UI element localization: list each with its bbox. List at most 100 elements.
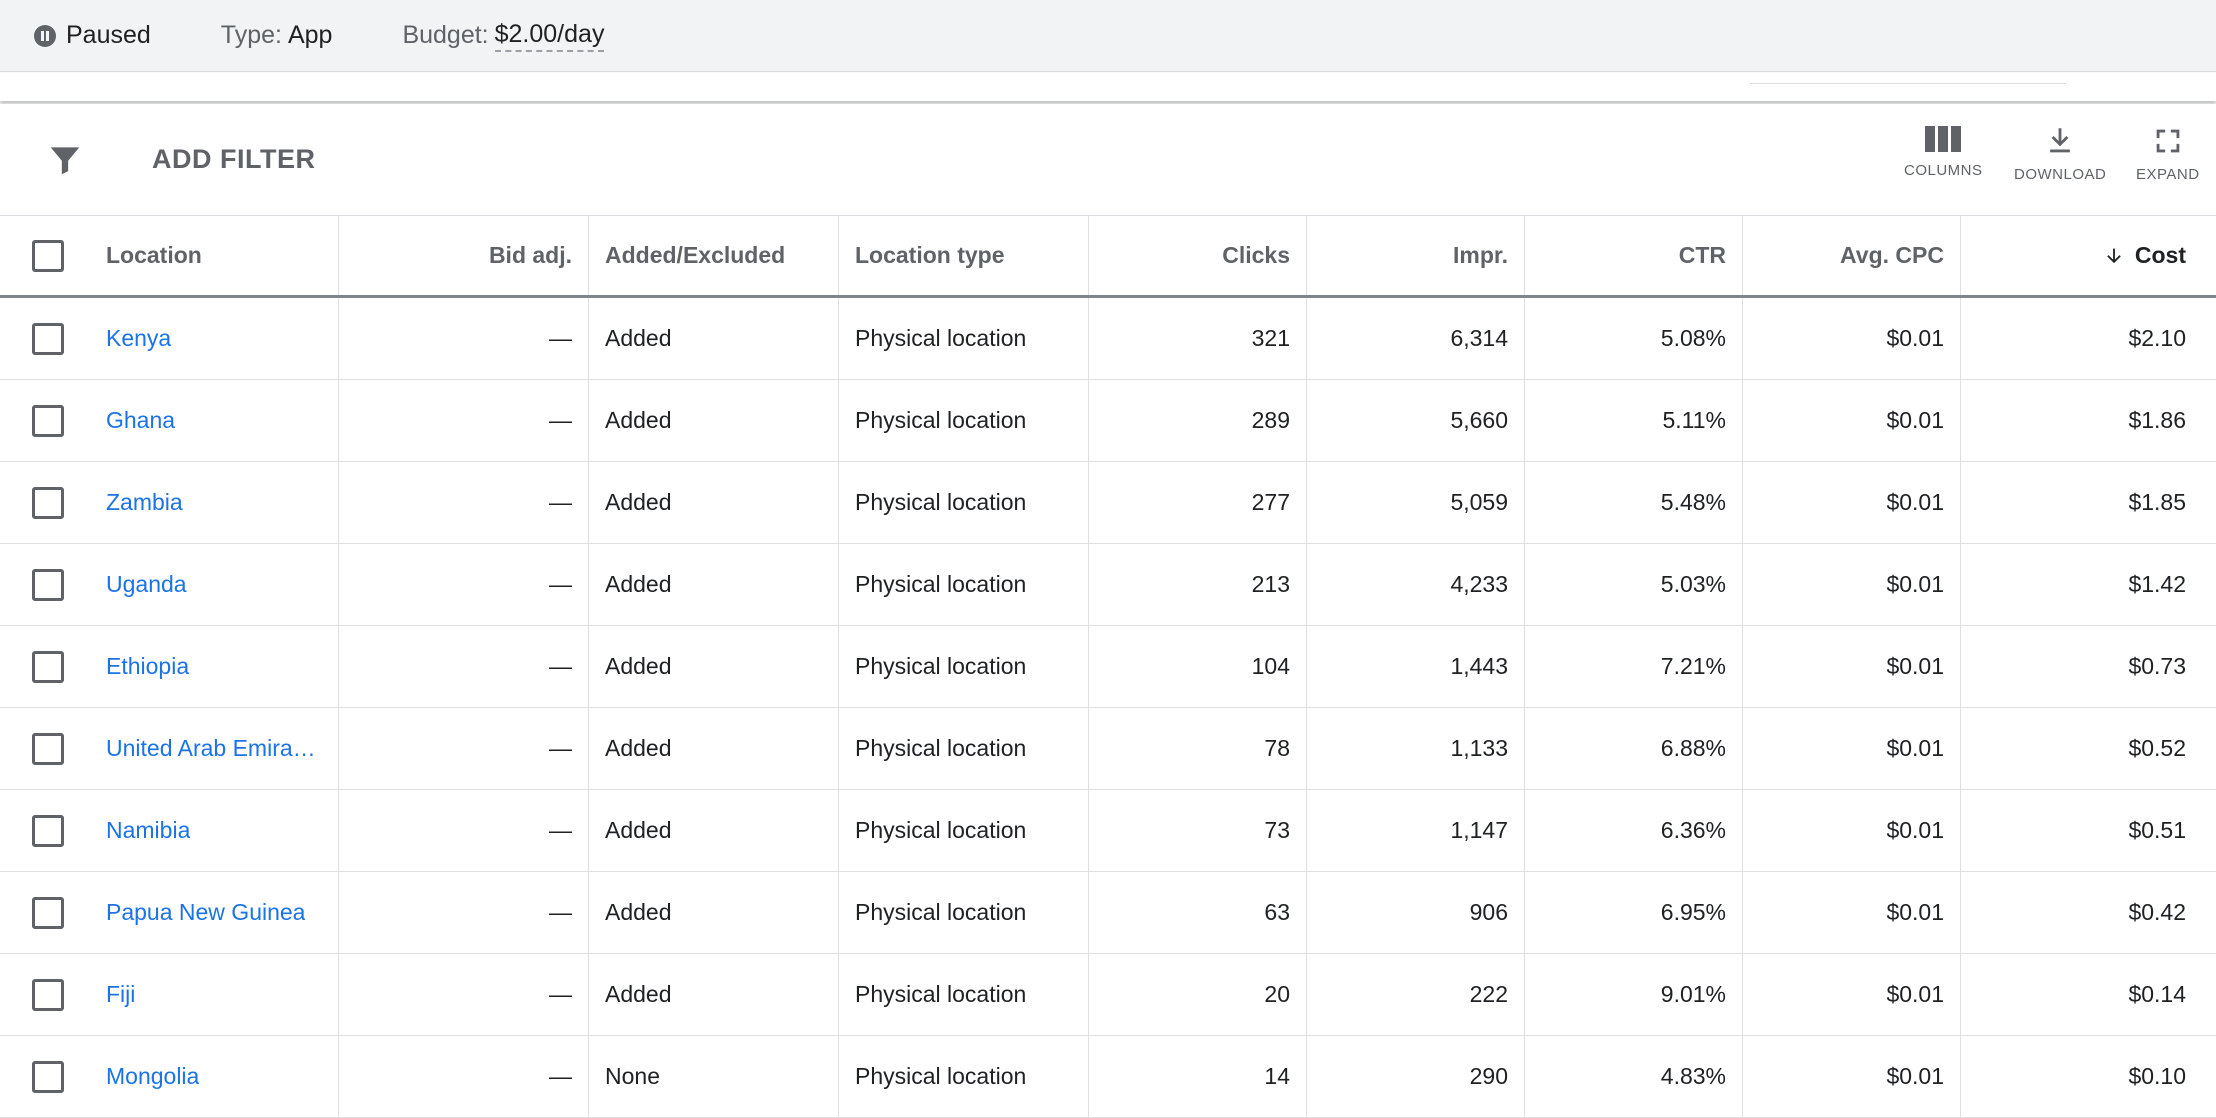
row-checkbox[interactable] (32, 486, 64, 519)
row-location-type: Physical location (855, 899, 1027, 925)
header-impr[interactable]: Impr. (1307, 216, 1525, 295)
row-location-link-cell: Ethiopia (96, 626, 339, 707)
row-avg-cpc: $0.01 (1886, 817, 1944, 843)
row-ctr-cell: 4.83% (1525, 1036, 1743, 1117)
status-indicator[interactable]: Paused (34, 21, 151, 50)
row-avg-cpc-cell: $0.01 (1743, 626, 1961, 707)
row-location-link[interactable]: Zambia (106, 489, 183, 516)
row-avg-cpc-cell: $0.01 (1743, 1036, 1961, 1117)
row-location-link-cell: Fiji (96, 954, 339, 1035)
row-location-link[interactable]: Namibia (106, 817, 190, 844)
table-row[interactable]: Namibia — Added Physical location 73 1,147 6.3… (0, 790, 2216, 872)
row-impr: 222 (1469, 981, 1508, 1007)
row-location-type-cell: Physical location (839, 954, 1089, 1035)
row-avg-cpc: $0.01 (1886, 571, 1944, 597)
header-avg-cpc[interactable]: Avg. CPC (1743, 216, 1961, 295)
row-clicks-cell: 321 (1089, 298, 1307, 379)
row-clicks-cell: 277 (1089, 462, 1307, 543)
row-bid-adj-cell: — (339, 872, 589, 953)
row-impr: 1,443 (1450, 653, 1508, 679)
expand-label: EXPAND (2136, 166, 2200, 183)
row-location-link[interactable]: United Arab Emirat… (106, 735, 322, 762)
table-row[interactable]: Ethiopia — Added Physical location 104 1,443 7… (0, 626, 2216, 708)
download-button[interactable]: DOWNLOAD (2014, 124, 2106, 183)
row-checkbox[interactable] (32, 650, 64, 683)
row-ctr: 4.83% (1660, 1063, 1726, 1089)
columns-button[interactable]: COLUMNS (1904, 124, 1983, 179)
expand-button[interactable]: EXPAND (2136, 124, 2200, 183)
header-ctr[interactable]: CTR (1525, 216, 1743, 295)
row-added-excluded-cell: Added (589, 790, 839, 871)
row-clicks-cell: 104 (1089, 626, 1307, 707)
row-checkbox[interactable] (32, 1060, 64, 1093)
select-all-checkbox[interactable] (32, 239, 64, 272)
table-row[interactable]: United Arab Emirat… — Added Physical locati… (0, 708, 2216, 790)
campaign-budget[interactable]: Budget: $2.00/day (402, 20, 605, 52)
row-cost-cell: $0.73 (1961, 626, 2216, 707)
table-row[interactable]: Kenya — Added Physical location 321 6,314 5.08… (0, 298, 2216, 380)
row-added-excluded: Added (605, 571, 672, 597)
row-bid-adj-cell: — (339, 380, 589, 461)
row-location-type: Physical location (855, 1063, 1027, 1089)
row-avg-cpc: $0.01 (1886, 407, 1944, 433)
table-row[interactable]: Uganda — Added Physical location 213 4,233 5.0… (0, 544, 2216, 626)
header-bid-adj[interactable]: Bid adj. (339, 216, 589, 295)
row-impr-cell: 906 (1307, 872, 1525, 953)
row-checkbox[interactable] (32, 322, 64, 355)
row-location-type: Physical location (855, 735, 1027, 761)
table-row[interactable]: Mongolia — None Physical location 14 290 4.83%… (0, 1036, 2216, 1118)
budget-value[interactable]: $2.00/day (494, 20, 605, 52)
header-added-excluded[interactable]: Added/Excluded (589, 216, 839, 295)
row-location-type-cell: Physical location (839, 708, 1089, 789)
row-location-type: Physical location (855, 325, 1027, 351)
row-location-link[interactable]: Mongolia (106, 1063, 199, 1090)
row-ctr: 6.88% (1660, 735, 1726, 761)
row-location-link[interactable]: Fiji (106, 981, 135, 1008)
row-cost-cell: $1.86 (1961, 380, 2216, 461)
row-checkbox[interactable] (32, 404, 64, 437)
pause-icon (34, 24, 56, 47)
row-checkbox-cell (0, 544, 96, 625)
row-checkbox[interactable] (32, 732, 64, 765)
row-location-type: Physical location (855, 407, 1027, 433)
row-clicks: 289 (1251, 407, 1290, 433)
table-row[interactable]: Zambia — Added Physical location 277 5,059 5.4… (0, 462, 2216, 544)
row-cost-cell: $0.14 (1961, 954, 2216, 1035)
row-clicks-cell: 78 (1089, 708, 1307, 789)
row-location-link[interactable]: Ethiopia (106, 653, 189, 680)
header-location-type[interactable]: Location type (839, 216, 1089, 295)
row-added-excluded-cell: Added (589, 954, 839, 1035)
row-location-link[interactable]: Ghana (106, 407, 175, 434)
row-location-link[interactable]: Papua New Guinea (106, 899, 305, 926)
row-clicks-cell: 14 (1089, 1036, 1307, 1117)
row-ctr-cell: 5.03% (1525, 544, 1743, 625)
header-cost[interactable]: Cost (1961, 216, 2216, 295)
row-checkbox[interactable] (32, 814, 64, 847)
row-location-link[interactable]: Kenya (106, 325, 171, 352)
row-clicks-cell: 213 (1089, 544, 1307, 625)
row-impr-cell: 5,059 (1307, 462, 1525, 543)
row-location-link-cell: Papua New Guinea (96, 872, 339, 953)
table-row[interactable]: Ghana — Added Physical location 289 5,660 5.11… (0, 380, 2216, 462)
row-clicks: 78 (1264, 735, 1290, 761)
filter-icon[interactable] (46, 140, 84, 180)
header-clicks[interactable]: Clicks (1089, 216, 1307, 295)
row-location-link-cell: Namibia (96, 790, 339, 871)
row-checkbox[interactable] (32, 896, 64, 929)
row-added-excluded-cell: Added (589, 462, 839, 543)
row-bid-adj-cell: — (339, 954, 589, 1035)
row-location-type-cell: Physical location (839, 380, 1089, 461)
row-location-link[interactable]: Uganda (106, 571, 187, 598)
row-cost: $1.86 (2128, 407, 2186, 433)
table-row[interactable]: Fiji — Added Physical location 20 222 9.01% $0.… (0, 954, 2216, 1036)
row-avg-cpc-cell: $0.01 (1743, 790, 1961, 871)
header-location[interactable]: Location (96, 216, 339, 295)
row-checkbox[interactable] (32, 568, 64, 601)
row-checkbox[interactable] (32, 978, 64, 1011)
row-impr: 5,059 (1450, 489, 1508, 515)
add-filter-button[interactable]: ADD FILTER (152, 144, 315, 175)
table-row[interactable]: Papua New Guinea — Added Physical location 6… (0, 872, 2216, 954)
row-impr: 4,233 (1450, 571, 1508, 597)
row-ctr-cell: 9.01% (1525, 954, 1743, 1035)
row-impr-cell: 1,443 (1307, 626, 1525, 707)
